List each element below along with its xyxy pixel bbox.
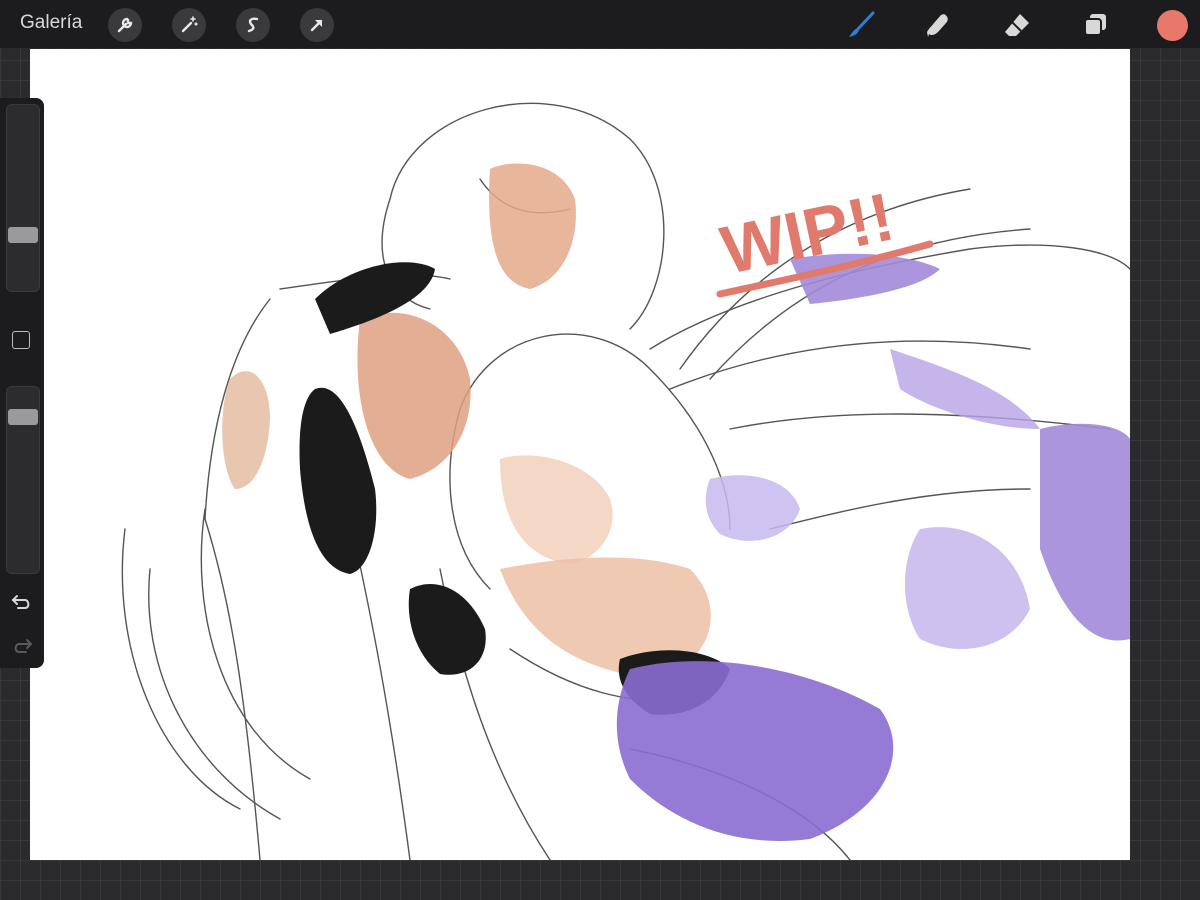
- undo-icon[interactable]: [10, 590, 34, 614]
- artwork-sketch: WIP!!: [121, 102, 1130, 860]
- layers-icon[interactable]: [1078, 8, 1112, 42]
- brush-size-thumb[interactable]: [8, 227, 38, 243]
- left-sidebar: [0, 98, 44, 668]
- eraser-icon[interactable]: [1000, 8, 1034, 42]
- smudge-icon[interactable]: [922, 8, 956, 42]
- gallery-button[interactable]: Galería: [20, 12, 82, 34]
- wrench-icon[interactable]: [108, 8, 142, 42]
- brush-icon[interactable]: [844, 8, 878, 42]
- redo-icon[interactable]: [10, 634, 34, 658]
- opacity-thumb[interactable]: [8, 409, 38, 425]
- transform-arrow-icon[interactable]: [300, 8, 334, 42]
- opacity-slider[interactable]: [6, 386, 40, 574]
- drawing-canvas[interactable]: WIP!!: [30, 49, 1130, 860]
- color-picker-button[interactable]: [1157, 10, 1188, 41]
- magic-wand-icon[interactable]: [172, 8, 206, 42]
- top-toolbar: Galería: [0, 0, 1200, 48]
- brush-size-slider[interactable]: [6, 104, 40, 292]
- selection-s-icon[interactable]: [236, 8, 270, 42]
- modify-button[interactable]: [12, 331, 30, 349]
